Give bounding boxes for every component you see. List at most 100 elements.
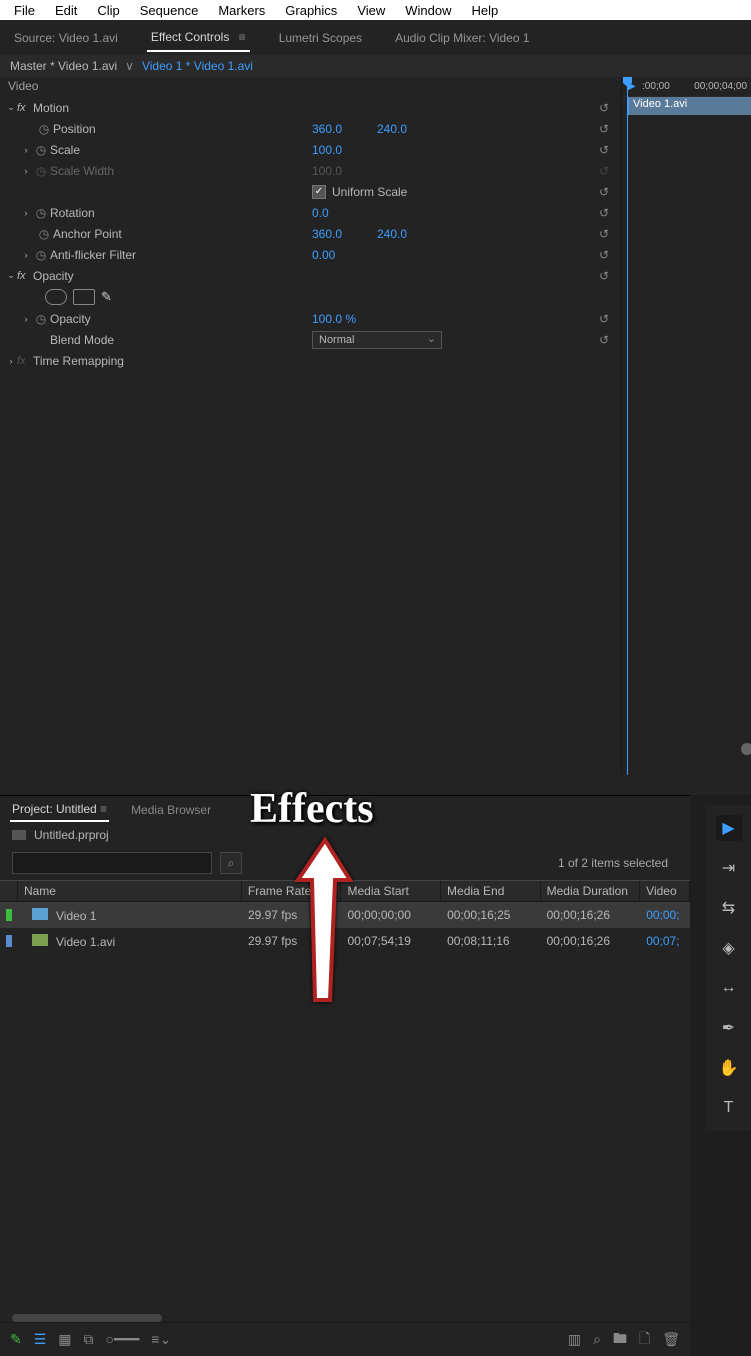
col-framerate[interactable]: Frame Rate: [242, 881, 342, 901]
track-select-tool-icon[interactable]: ⇥: [716, 855, 742, 881]
twisty-icon[interactable]: ›: [5, 356, 17, 366]
menu-graphics[interactable]: Graphics: [275, 1, 347, 20]
rect-mask-icon[interactable]: [73, 289, 95, 305]
twisty-icon[interactable]: ›: [20, 250, 32, 260]
hand-tool-icon[interactable]: ✋: [716, 1055, 742, 1081]
new-item-icon[interactable]: 🗋: [639, 1328, 650, 1352]
col-media-start[interactable]: Media Start: [341, 881, 441, 901]
scale-value[interactable]: 100.0: [312, 143, 357, 157]
effect-motion[interactable]: ⌄ fx Motion ↺: [0, 97, 621, 118]
selection-tool-icon[interactable]: ▶: [716, 815, 742, 841]
time-ruler[interactable]: ▶ :00;00 00;00;04;00: [622, 77, 751, 97]
tab-source[interactable]: Source: Video 1.avi: [10, 25, 122, 51]
sort-icon[interactable]: ≡⌄: [151, 1331, 171, 1348]
fx-badge[interactable]: fx: [17, 355, 33, 367]
menu-file[interactable]: File: [4, 1, 45, 20]
stopwatch-icon[interactable]: ◷: [32, 312, 50, 326]
stopwatch-icon[interactable]: ◷: [35, 227, 53, 241]
anchor-y[interactable]: 240.0: [377, 227, 422, 241]
menu-window[interactable]: Window: [395, 1, 461, 20]
prop-scale: › ◷ Scale 100.0 ↺: [0, 139, 621, 160]
slip-tool-icon[interactable]: ↔: [716, 975, 742, 1001]
stopwatch-icon[interactable]: ◷: [32, 248, 50, 262]
reset-icon[interactable]: ↺: [592, 248, 616, 262]
playhead[interactable]: [627, 77, 628, 775]
project-item[interactable]: Video 1.avi 29.97 fps 00;07;54;19 00;08;…: [0, 928, 690, 954]
reset-icon[interactable]: ↺: [592, 312, 616, 326]
twisty-icon[interactable]: ›: [20, 166, 32, 176]
new-bin-icon[interactable]: 🖿: [613, 1328, 627, 1352]
menu-view[interactable]: View: [347, 1, 395, 20]
col-video[interactable]: Video: [640, 881, 690, 901]
tab-project[interactable]: Project: Untitled ≡: [10, 798, 109, 822]
col-media-end[interactable]: Media End: [441, 881, 541, 901]
menu-sequence[interactable]: Sequence: [130, 1, 209, 20]
menu-edit[interactable]: Edit: [45, 1, 87, 20]
stopwatch-icon[interactable]: ◷: [32, 206, 50, 220]
position-y[interactable]: 240.0: [377, 122, 422, 136]
reset-icon[interactable]: ↺: [592, 333, 616, 347]
pen-tool-icon[interactable]: ✒: [716, 1015, 742, 1041]
tab-media-browser[interactable]: Media Browser: [129, 799, 213, 821]
opacity-value[interactable]: 100.0 %: [312, 312, 357, 326]
horizontal-scrollbar[interactable]: [12, 1314, 162, 1322]
reset-icon[interactable]: ↺: [592, 206, 616, 220]
find-icon[interactable]: ⌕: [593, 1331, 601, 1348]
effect-time-remapping[interactable]: › fx Time Remapping: [0, 350, 621, 371]
write-icon[interactable]: ✎: [10, 1331, 22, 1348]
rotation-value[interactable]: 0.0: [312, 206, 357, 220]
effect-timeline[interactable]: ▶ :00;00 00;00;04;00 Video 1.avi: [622, 77, 751, 775]
menu-markers[interactable]: Markers: [208, 1, 275, 20]
tab-effect-controls[interactable]: Effect Controls ≡: [147, 24, 250, 52]
freeform-view-icon[interactable]: ⧉: [84, 1331, 94, 1348]
panel-menu-icon[interactable]: ≡: [100, 802, 107, 816]
anchor-x[interactable]: 360.0: [312, 227, 357, 241]
project-filename: Untitled.prproj: [34, 828, 109, 842]
search-input[interactable]: [12, 852, 212, 874]
new-search-bin-icon[interactable]: ⌕: [220, 852, 242, 874]
zoom-slider[interactable]: ○━━━: [106, 1331, 140, 1348]
menu-help[interactable]: Help: [462, 1, 509, 20]
automate-icon[interactable]: ▥: [568, 1331, 581, 1348]
effect-opacity[interactable]: ⌄ fx Opacity ↺: [0, 265, 621, 286]
list-view-icon[interactable]: ☰: [34, 1331, 47, 1348]
twisty-icon[interactable]: ›: [20, 314, 32, 324]
stopwatch-icon[interactable]: ◷: [32, 143, 50, 157]
clip-bar[interactable]: Video 1.avi: [627, 97, 751, 115]
col-name[interactable]: Name: [18, 881, 242, 901]
position-x[interactable]: 360.0: [312, 122, 357, 136]
twisty-icon[interactable]: ›: [20, 145, 32, 155]
col-media-duration[interactable]: Media Duration: [541, 881, 641, 901]
reset-icon[interactable]: ↺: [592, 101, 616, 115]
menu-clip[interactable]: Clip: [87, 1, 129, 20]
label-color[interactable]: [6, 935, 12, 947]
uniform-scale-checkbox[interactable]: ✓: [312, 185, 326, 199]
ellipse-mask-icon[interactable]: [45, 289, 67, 305]
reset-icon[interactable]: ↺: [592, 269, 616, 283]
flicker-value[interactable]: 0.00: [312, 248, 357, 262]
project-item[interactable]: Video 1 29.97 fps 00;00;00;00 00;00;16;2…: [0, 902, 690, 928]
trash-icon[interactable]: 🗑: [662, 1331, 680, 1348]
twisty-icon[interactable]: ›: [20, 208, 32, 218]
label-color[interactable]: [6, 909, 12, 921]
razor-tool-icon[interactable]: ◈: [716, 935, 742, 961]
reset-icon[interactable]: ↺: [592, 143, 616, 157]
fx-badge[interactable]: fx: [17, 102, 33, 114]
panel-menu-icon[interactable]: ≡: [235, 30, 245, 44]
reset-icon[interactable]: ↺: [592, 122, 616, 136]
twisty-icon[interactable]: ⌄: [5, 102, 17, 113]
pen-mask-icon[interactable]: ✎: [101, 289, 112, 305]
instance-clip-label[interactable]: Video 1 * Video 1.avi: [142, 59, 253, 73]
ripple-edit-tool-icon[interactable]: ⇆: [716, 895, 742, 921]
type-tool-icon[interactable]: T: [716, 1095, 742, 1121]
stopwatch-icon[interactable]: ◷: [35, 122, 53, 136]
reset-icon[interactable]: ↺: [592, 227, 616, 241]
blend-mode-select[interactable]: Normal: [312, 331, 442, 349]
tab-audio-mixer[interactable]: Audio Clip Mixer: Video 1: [391, 25, 534, 51]
fx-badge[interactable]: fx: [17, 270, 33, 282]
reset-icon[interactable]: ↺: [592, 185, 616, 199]
twisty-icon[interactable]: ⌄: [5, 270, 17, 281]
icon-view-icon[interactable]: ▦: [58, 1331, 71, 1348]
tab-lumetri[interactable]: Lumetri Scopes: [275, 25, 366, 51]
scroll-thumb[interactable]: [741, 743, 751, 755]
